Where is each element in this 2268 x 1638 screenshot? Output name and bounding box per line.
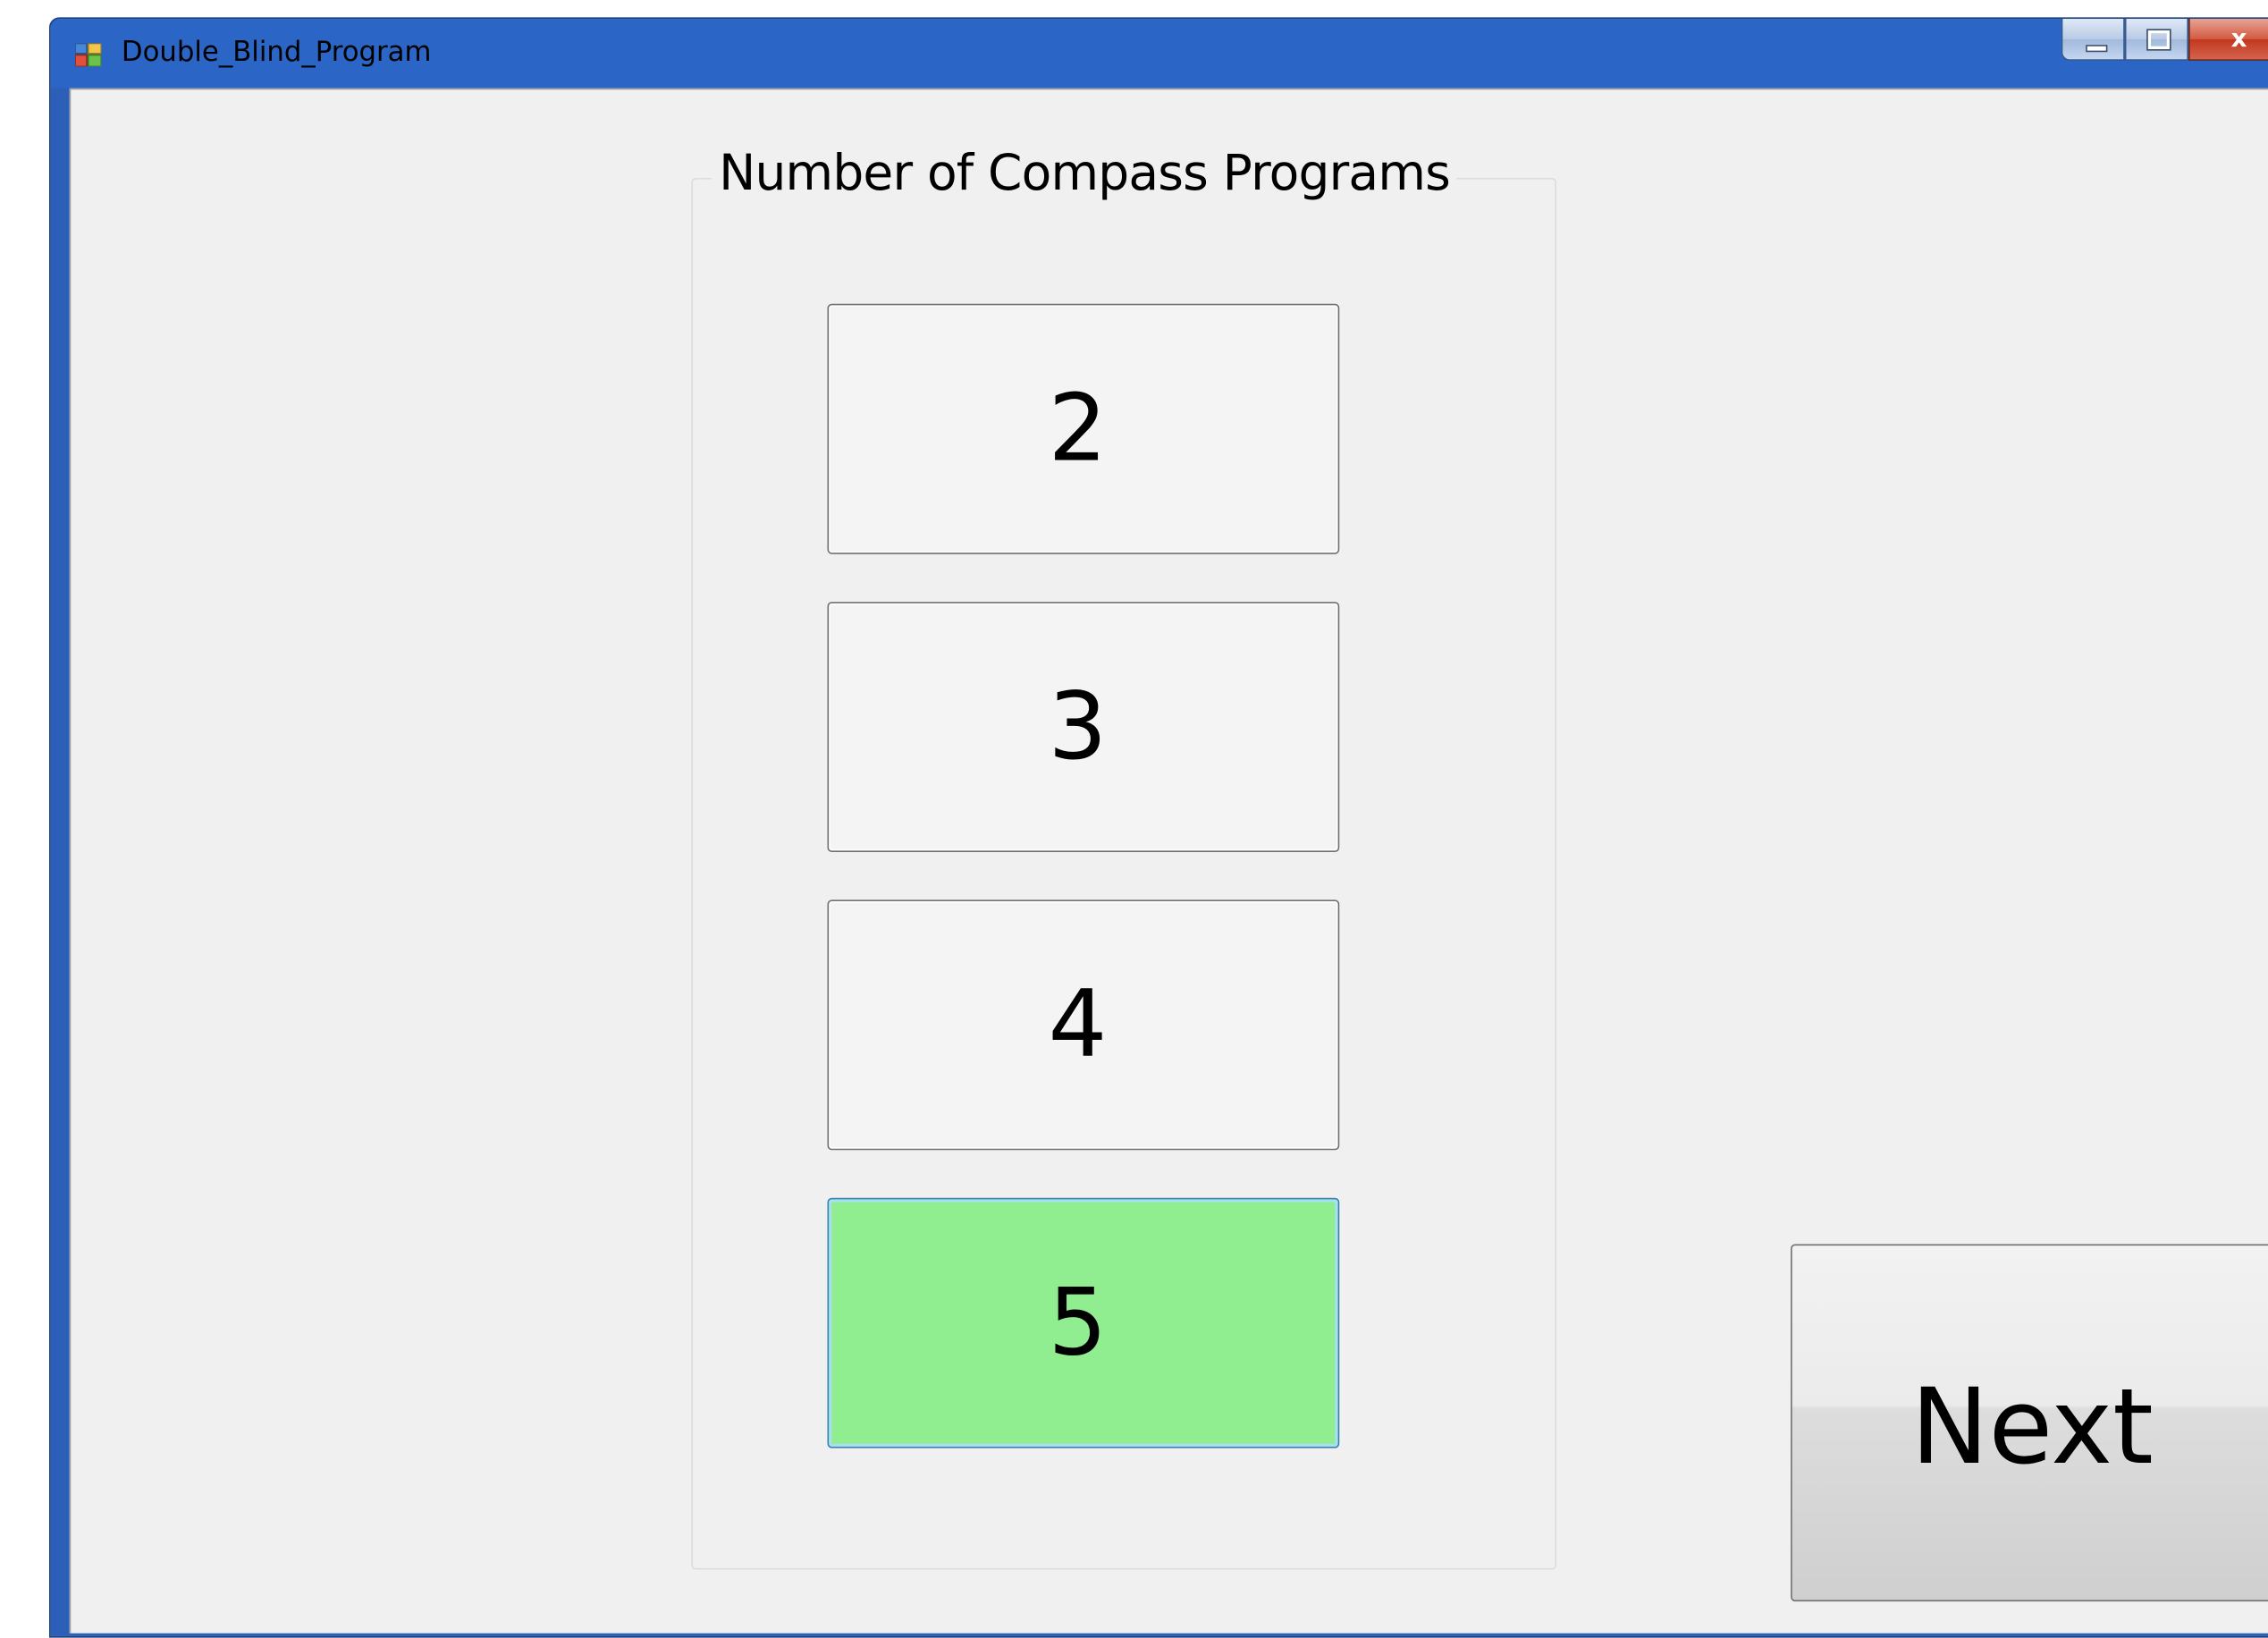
screen: Double_Blind_Program x Number of Compass… [0, 0, 2268, 1638]
option-3-button[interactable]: 3 [827, 602, 1340, 853]
option-5-button[interactable]: 5 [827, 1197, 1340, 1448]
window-title: Double_Blind_Program [121, 36, 432, 69]
option-label: 3 [1048, 673, 1108, 781]
close-button[interactable]: x [2188, 19, 2268, 61]
option-4-button[interactable]: 4 [827, 899, 1340, 1151]
app-window-icon [75, 43, 102, 67]
next-button[interactable]: Next [1791, 1244, 2268, 1602]
minimize-icon [2086, 45, 2108, 53]
group-label: Number of Compass Programs [712, 144, 1458, 203]
option-label: 4 [1048, 971, 1108, 1079]
option-2-button[interactable]: 2 [827, 303, 1340, 554]
option-label: 2 [1048, 375, 1108, 483]
title-bar[interactable]: Double_Blind_Program x [51, 19, 2268, 89]
option-label: 5 [1048, 1269, 1108, 1377]
next-button-label: Next [1910, 1364, 2154, 1487]
close-icon: x [2230, 24, 2247, 54]
minimize-button[interactable] [2061, 19, 2125, 61]
maximize-icon [2146, 29, 2171, 51]
window-controls: x [2061, 19, 2268, 63]
maximize-button[interactable] [2124, 19, 2189, 61]
